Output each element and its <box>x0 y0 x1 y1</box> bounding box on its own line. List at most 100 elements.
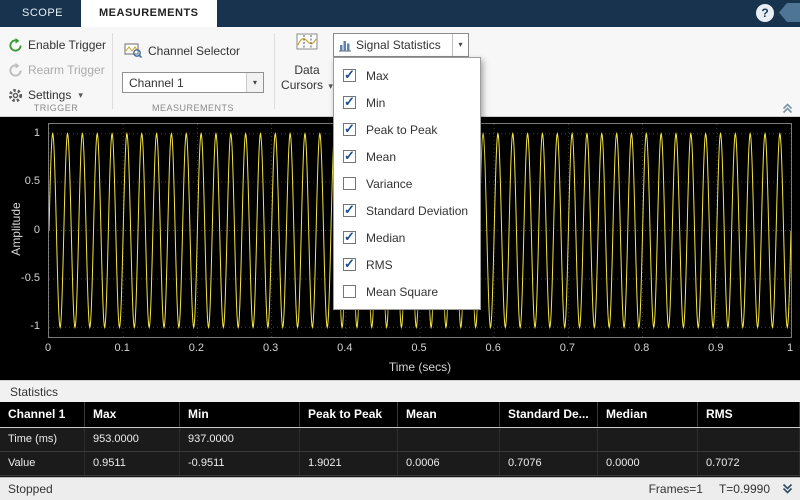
gear-icon <box>8 88 23 103</box>
channel-selector-icon <box>124 43 142 58</box>
menu-item-standard-deviation[interactable]: Standard Deviation <box>334 197 480 224</box>
x-tick-label: 0.2 <box>189 342 204 354</box>
menu-item-peak-to-peak[interactable]: Peak to Peak <box>334 116 480 143</box>
menu-item-max[interactable]: Max <box>334 62 480 89</box>
y-tick-label: -0.5 <box>21 272 40 284</box>
menu-item-rms[interactable]: RMS <box>334 251 480 278</box>
x-tick-label: 0 <box>45 342 51 354</box>
checked-checkbox-icon[interactable] <box>343 231 356 244</box>
measurements-section-label: MEASUREMENTS <box>112 103 274 113</box>
stat-value: -0.9511 <box>180 452 300 475</box>
x-tick-label: 0.4 <box>337 342 352 354</box>
menu-item-variance[interactable]: Variance <box>334 170 480 197</box>
menu-item-mean[interactable]: Mean <box>334 143 480 170</box>
stats-column-header: Max <box>85 402 180 427</box>
x-tick-label: 1 <box>787 342 793 354</box>
row-label: Value <box>0 452 85 475</box>
unchecked-checkbox-icon[interactable] <box>343 177 356 190</box>
menu-item-label: Mean <box>366 150 396 164</box>
menu-item-median[interactable]: Median <box>334 224 480 251</box>
collapse-statusbar-icon[interactable] <box>781 483 794 494</box>
stats-column-header: Min <box>180 402 300 427</box>
checked-checkbox-icon[interactable] <box>343 258 356 271</box>
x-tick-label: 0.1 <box>115 342 130 354</box>
stat-value <box>300 428 398 451</box>
stat-value <box>500 428 598 451</box>
x-tick-label: 0.8 <box>634 342 649 354</box>
checked-checkbox-icon[interactable] <box>343 123 356 136</box>
stat-value <box>698 428 800 451</box>
y-tick-label: 0 <box>34 224 40 236</box>
x-axis-label: Time (secs) <box>48 360 792 374</box>
help-button[interactable]: ? <box>756 4 774 22</box>
checked-checkbox-icon[interactable] <box>343 150 356 163</box>
x-tick-label: 0.6 <box>486 342 501 354</box>
stat-value: 0.9511 <box>85 452 180 475</box>
stat-value <box>398 428 500 451</box>
stat-value: 0.7076 <box>500 452 598 475</box>
x-tick-label: 0.5 <box>411 342 426 354</box>
signal-statistics-label: Signal Statistics <box>352 38 452 52</box>
menu-item-label: Peak to Peak <box>366 123 437 137</box>
tab-scope[interactable]: SCOPE <box>4 0 81 27</box>
table-row: Value0.9511-0.95111.90210.00060.70760.00… <box>0 452 800 476</box>
stats-column-header: Median <box>598 402 698 427</box>
enable-trigger-button[interactable]: Enable Trigger <box>8 36 106 54</box>
statistics-panel-title: Statistics <box>0 380 800 402</box>
ribbon-separator <box>112 33 113 109</box>
channel-dropdown[interactable]: Channel 1 ▾ <box>122 72 264 93</box>
rearm-trigger-label: Rearm Trigger <box>28 63 105 77</box>
data-cursors-label: Data Cursors <box>281 63 323 92</box>
menu-item-min[interactable]: Min <box>334 89 480 116</box>
stat-value: 1.9021 <box>300 452 398 475</box>
menu-item-label: Min <box>366 96 385 110</box>
x-tick-label: 0.7 <box>560 342 575 354</box>
menu-item-label: Standard Deviation <box>366 204 468 218</box>
stats-column-header: RMS <box>698 402 800 427</box>
signal-statistics-button[interactable]: Signal Statistics ▾ <box>333 33 469 57</box>
unchecked-checkbox-icon[interactable] <box>343 285 356 298</box>
tab-measurements[interactable]: MEASUREMENTS <box>81 0 217 27</box>
stat-value: 0.0000 <box>598 452 698 475</box>
chevron-down-icon[interactable]: ▾ <box>246 73 263 92</box>
row-label: Time (ms) <box>0 428 85 451</box>
stats-header-row: Channel 1MaxMinPeak to PeakMeanStandard … <box>0 402 800 428</box>
toolstrip-corner-arrow-icon[interactable] <box>779 3 800 22</box>
stat-value: 0.0006 <box>398 452 500 475</box>
checked-checkbox-icon[interactable] <box>343 204 356 217</box>
menu-item-label: Median <box>366 231 405 245</box>
y-tick-label: -1 <box>30 320 40 332</box>
x-tick-label: 0.9 <box>708 342 723 354</box>
chevron-down-icon: ▾ <box>78 90 83 101</box>
checked-checkbox-icon[interactable] <box>343 69 356 82</box>
chevron-down-icon[interactable]: ▾ <box>452 34 468 56</box>
menu-item-mean-square[interactable]: Mean Square <box>334 278 480 305</box>
channel-dropdown-value: Channel 1 <box>123 76 246 90</box>
data-cursors-button[interactable]: Data Cursors ▾ <box>281 33 333 94</box>
y-tick-label: 0.5 <box>25 175 40 187</box>
menu-item-label: Max <box>366 69 389 83</box>
stat-value: 937.0000 <box>180 428 300 451</box>
toolstrip-tab-bar: SCOPE MEASUREMENTS ? <box>0 0 800 27</box>
status-text: Stopped <box>8 478 53 500</box>
rearm-trigger-icon <box>8 63 23 78</box>
data-cursors-icon <box>296 33 318 50</box>
channel-selector-header: Channel Selector <box>124 43 240 58</box>
stat-value <box>598 428 698 451</box>
ribbon-separator <box>274 33 275 109</box>
trigger-section-label: TRIGGER <box>0 103 112 113</box>
stats-column-header: Peak to Peak <box>300 402 398 427</box>
settings-button[interactable]: Settings ▾ <box>8 86 83 104</box>
stats-body: Time (ms)953.0000937.0000Value0.9511-0.9… <box>0 428 800 476</box>
statistics-table: Channel 1MaxMinPeak to PeakMeanStandard … <box>0 402 800 477</box>
status-bar: Stopped Frames=1 T=0.9990 <box>0 477 800 500</box>
stat-value: 953.0000 <box>85 428 180 451</box>
y-tick-label: 1 <box>34 127 40 139</box>
table-row: Time (ms)953.0000937.0000 <box>0 428 800 452</box>
signal-statistics-icon <box>338 38 352 52</box>
menu-item-label: Mean Square <box>366 285 438 299</box>
collapse-panel-icon[interactable] <box>781 103 794 114</box>
x-tick-label: 0.3 <box>263 342 278 354</box>
checked-checkbox-icon[interactable] <box>343 96 356 109</box>
stats-column-header: Channel 1 <box>0 402 85 427</box>
